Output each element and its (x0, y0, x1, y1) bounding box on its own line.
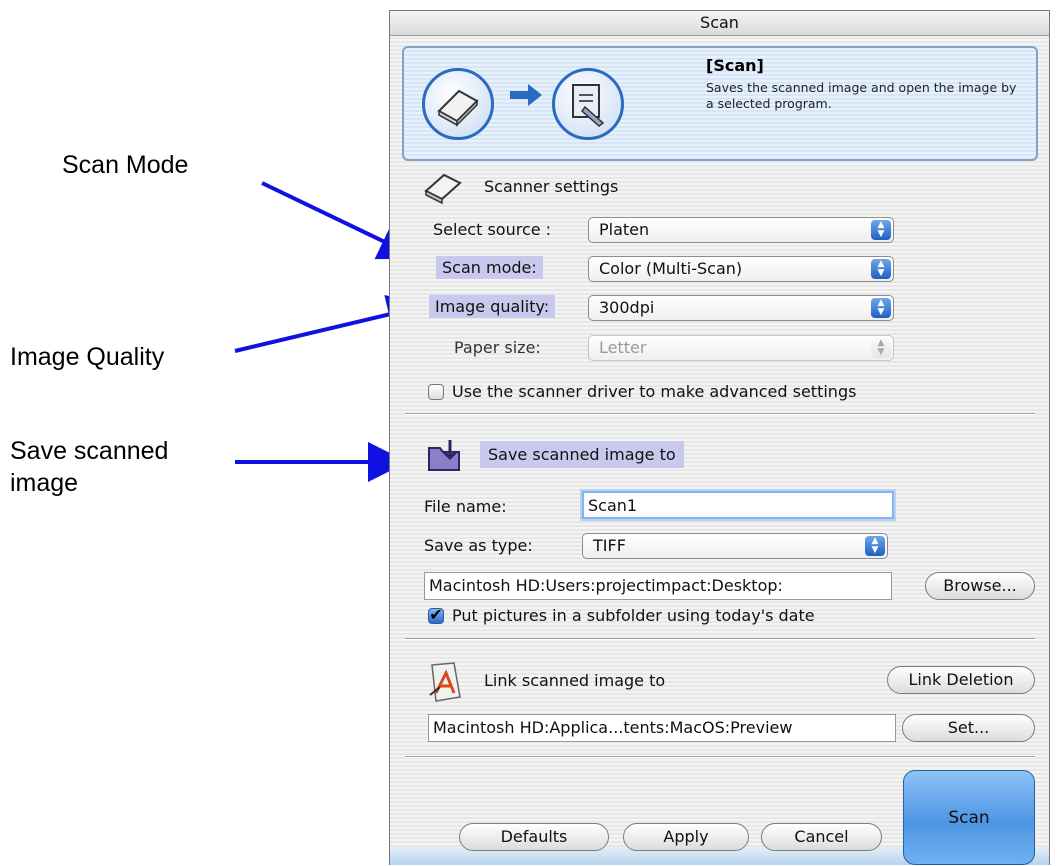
save-heading: Save scanned image to (480, 441, 684, 468)
up-down-arrows-icon: ▲ ▼ (871, 259, 891, 279)
scanner-icon (422, 68, 494, 140)
section-divider (405, 413, 1035, 415)
scanner-settings-heading: Scanner settings (484, 177, 619, 196)
scan-mode-popup[interactable]: Color (Multi-Scan) ▲ ▼ (588, 256, 894, 282)
scan-window: Scan [Scan] Saves the scanned image and … (389, 10, 1050, 865)
image-quality-label: Image quality: (429, 295, 556, 318)
subfolder-label[interactable]: Put pictures in a subfolder using today'… (452, 606, 815, 625)
link-deletion-button[interactable]: Link Deletion (887, 666, 1035, 694)
save-heading-highlight: Save scanned image to (480, 441, 684, 468)
browse-button[interactable]: Browse... (925, 572, 1035, 600)
section-divider (405, 638, 1035, 640)
banner-description: Saves the scanned image and open the ima… (706, 80, 1017, 111)
banner-title: [Scan] (706, 56, 764, 75)
paper-size-popup[interactable]: Letter ▲ ▼ (588, 335, 894, 361)
paper-size-value: Letter (599, 338, 647, 357)
defaults-button[interactable]: Defaults (459, 823, 609, 851)
image-quality-value: 300dpi (599, 298, 655, 317)
select-source-value: Platen (599, 220, 650, 239)
arrow-right-icon (510, 84, 542, 106)
set-button[interactable]: Set... (902, 714, 1035, 742)
apply-button[interactable]: Apply (623, 823, 749, 851)
file-name-input[interactable]: Scan1 (582, 491, 894, 519)
scan-mode-value: Color (Multi-Scan) (599, 259, 743, 278)
up-down-arrows-icon: ▲ ▼ (865, 536, 885, 556)
scan-mode-label: Scan mode: (436, 256, 543, 279)
subfolder-checkbox[interactable]: ✔ (428, 607, 444, 624)
up-down-arrows-icon: ▲ ▼ (871, 298, 891, 318)
link-path-field: Macintosh HD:Applica...tents:MacOS:Previ… (428, 714, 896, 742)
save-as-type-popup[interactable]: TIFF ▲ ▼ (582, 533, 888, 559)
image-quality-popup[interactable]: 300dpi ▲ ▼ (588, 295, 894, 321)
up-down-arrows-icon: ▲ ▼ (871, 338, 891, 358)
file-name-label: File name: (424, 497, 507, 516)
image-quality-highlight: Image quality: (429, 295, 556, 318)
select-source-popup[interactable]: Platen ▲ ▼ (588, 217, 894, 243)
cancel-button[interactable]: Cancel (761, 823, 882, 851)
paper-size-label: Paper size: (454, 338, 541, 357)
mode-banner: [Scan] Saves the scanned image and open … (402, 46, 1038, 161)
advanced-settings-checkbox[interactable] (428, 384, 444, 400)
save-as-type-value: TIFF (593, 536, 626, 555)
folder-save-icon (428, 440, 460, 471)
advanced-settings-label[interactable]: Use the scanner driver to make advanced … (452, 382, 856, 401)
scanner-settings-icon (424, 173, 462, 205)
link-program-icon (429, 662, 461, 702)
scan-button[interactable]: Scan (903, 770, 1035, 865)
up-down-arrows-icon: ▲ ▼ (871, 220, 891, 240)
save-as-type-label: Save as type: (424, 536, 533, 555)
window-title: Scan (390, 11, 1049, 36)
select-source-label: Select source : (433, 220, 552, 239)
link-heading: Link scanned image to (484, 671, 666, 690)
open-program-icon (552, 68, 624, 140)
save-path-field: Macintosh HD:Users:projectimpact:Desktop… (424, 572, 892, 600)
section-divider (405, 756, 1035, 758)
scan-mode-highlight: Scan mode: (436, 256, 543, 279)
